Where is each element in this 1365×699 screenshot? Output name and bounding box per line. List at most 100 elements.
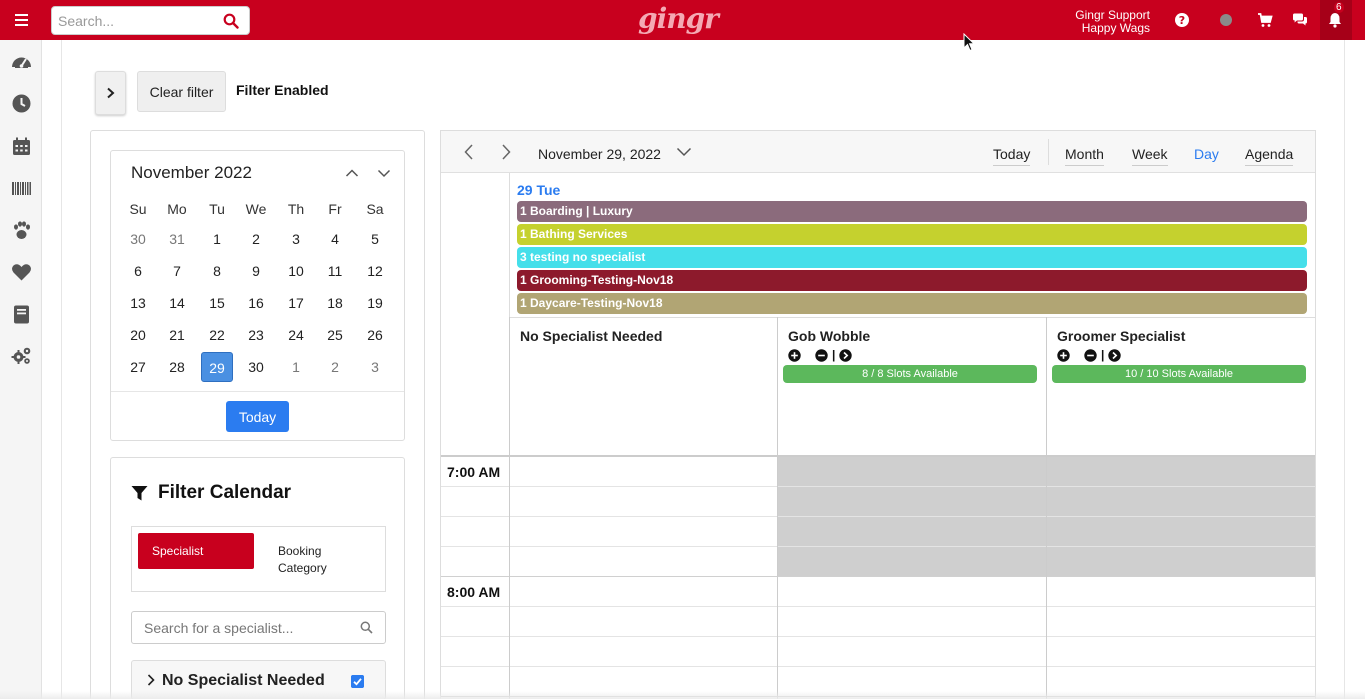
calendar-day[interactable]: 1	[280, 352, 312, 382]
calendar-day[interactable]: 31	[161, 224, 193, 254]
mini-calendar: November 2022 Su Mo Tu We Th Fr Sa 30 31 1 2 3 4 5 6 7 8…	[110, 150, 405, 441]
calendar-day[interactable]: 1	[201, 224, 233, 254]
open-resource-icon[interactable]	[839, 348, 853, 362]
specialist-group-checkbox[interactable]	[351, 675, 364, 688]
clock-icon[interactable]	[11, 93, 32, 114]
resource-title: Groomer Specialist	[1057, 328, 1186, 344]
chevron-up-icon[interactable]	[344, 165, 360, 181]
view-month-button[interactable]: Month	[1065, 146, 1104, 166]
menu-icon[interactable]	[0, 0, 42, 40]
calendar-day[interactable]: 28	[161, 352, 193, 382]
calendar-day[interactable]: 30	[240, 352, 272, 382]
search-icon[interactable]	[360, 621, 373, 634]
all-day-event[interactable]: 1 Grooming-Testing-Nov18	[517, 270, 1307, 291]
calendar-day[interactable]: 26	[359, 320, 391, 350]
time-slot-line	[441, 546, 1315, 547]
specialist-search-input[interactable]	[144, 619, 344, 637]
calendar-day[interactable]: 3	[359, 352, 391, 382]
cart-icon[interactable]	[1257, 12, 1273, 28]
remove-slot-icon[interactable]	[1084, 348, 1097, 362]
view-day-button[interactable]: Day	[1194, 146, 1219, 165]
filter-calendar-title: Filter Calendar	[158, 482, 292, 503]
calendar-day[interactable]: 2	[240, 224, 272, 254]
status-dot-icon[interactable]	[1218, 12, 1234, 28]
calendar-day[interactable]: 6	[122, 256, 154, 286]
calendar-day[interactable]: 20	[122, 320, 154, 350]
date-picker-label[interactable]: November 29, 2022	[538, 146, 661, 162]
paw-icon[interactable]	[11, 220, 32, 241]
toggle-sidebar-button[interactable]	[95, 71, 126, 115]
mini-calendar-today-button[interactable]: Today	[226, 401, 289, 432]
all-day-event[interactable]: 3 testing no specialist	[517, 247, 1307, 268]
filter-status-label: Filter Enabled	[236, 82, 329, 98]
view-week-button[interactable]: Week	[1132, 146, 1168, 166]
time-label: 7:00 AM	[447, 464, 501, 480]
tab-booking-category-line1: Booking	[278, 544, 322, 558]
calendar-day[interactable]: 7	[161, 256, 193, 286]
resource-title: Gob Wobble	[788, 328, 871, 344]
search-icon[interactable]	[223, 13, 239, 29]
calendar-icon[interactable]	[11, 136, 32, 157]
calendar-day[interactable]: 29	[201, 352, 233, 382]
calendar-day[interactable]: 12	[359, 256, 391, 286]
tab-booking-category[interactable]: Booking Category	[278, 543, 327, 577]
book-icon[interactable]	[11, 304, 32, 325]
all-day-event[interactable]: 1 Bathing Services	[517, 224, 1307, 245]
calendar-day[interactable]: 16	[240, 288, 272, 318]
calendar-day[interactable]: 2	[319, 352, 351, 382]
calendar-day[interactable]: 9	[240, 256, 272, 286]
calendar-day[interactable]: 10	[280, 256, 312, 286]
calendar-day[interactable]: 17	[280, 288, 312, 318]
calendar-day[interactable]: 5	[359, 224, 391, 254]
open-resource-icon[interactable]	[1108, 348, 1122, 362]
calendar-day[interactable]: 11	[319, 256, 351, 286]
calendar-day[interactable]: 15	[201, 288, 233, 318]
calendar-day[interactable]: 22	[201, 320, 233, 350]
calendar-day[interactable]: 23	[240, 320, 272, 350]
prev-day-icon[interactable]	[462, 143, 476, 161]
user-menu[interactable]: Gingr Support Happy Wags	[1075, 9, 1150, 35]
remove-slot-icon[interactable]	[815, 348, 828, 362]
slots-available-badge[interactable]: 10 / 10 Slots Available	[1052, 365, 1306, 383]
barcode-icon[interactable]	[11, 178, 32, 199]
calendar-day[interactable]: 8	[201, 256, 233, 286]
calendar-day[interactable]: 4	[319, 224, 351, 254]
slots-available-badge[interactable]: 8 / 8 Slots Available	[783, 365, 1037, 383]
add-slot-icon[interactable]	[788, 348, 801, 362]
calendar-day[interactable]: 27	[122, 352, 154, 382]
gears-icon[interactable]	[11, 345, 32, 366]
calendar-day[interactable]: 3	[280, 224, 312, 254]
view-today-button[interactable]: Today	[993, 146, 1031, 166]
calendar-day[interactable]: 21	[161, 320, 193, 350]
column-divider	[509, 457, 510, 699]
gingr-logo[interactable]: gingr	[638, 2, 719, 35]
chevron-down-icon[interactable]	[676, 146, 692, 158]
calendar-day[interactable]: 25	[319, 320, 351, 350]
calendar-day[interactable]: 18	[319, 288, 351, 318]
app-root: gingr Gingr Support Happy Wags ? 6	[0, 0, 1365, 699]
chat-icon[interactable]	[1292, 12, 1308, 28]
calendar-day[interactable]: 24	[280, 320, 312, 350]
calendar-day[interactable]: 14	[161, 288, 193, 318]
specialist-group-label: No Specialist Needed	[162, 672, 325, 689]
chevron-down-icon[interactable]	[376, 165, 392, 181]
calendar-day[interactable]: 19	[359, 288, 391, 318]
add-slot-icon[interactable]	[1057, 348, 1070, 362]
notifications-button[interactable]: 6	[1320, 0, 1352, 40]
help-icon[interactable]: ?	[1174, 12, 1190, 28]
calendar-day[interactable]: 30	[122, 224, 154, 254]
dashboard-icon[interactable]	[11, 52, 32, 73]
resource-separator: |	[832, 348, 836, 362]
tab-specialist[interactable]: Specialist	[138, 533, 254, 569]
all-day-event[interactable]: 1 Daycare-Testing-Nov18	[517, 293, 1307, 314]
heart-icon[interactable]	[11, 262, 32, 283]
column-divider	[777, 457, 778, 699]
calendar-day[interactable]: 13	[122, 288, 154, 318]
calendar-toolbar: November 29, 2022 Today Month Week Day Agend…	[441, 131, 1315, 173]
global-search-input[interactable]	[58, 10, 218, 31]
view-agenda-button[interactable]: Agenda	[1245, 146, 1294, 166]
clear-filter-button[interactable]: Clear filter	[137, 71, 226, 112]
weekday-label: Th	[287, 201, 305, 217]
all-day-event[interactable]: 1 Boarding | Luxury	[517, 201, 1307, 222]
next-day-icon[interactable]	[499, 143, 513, 161]
